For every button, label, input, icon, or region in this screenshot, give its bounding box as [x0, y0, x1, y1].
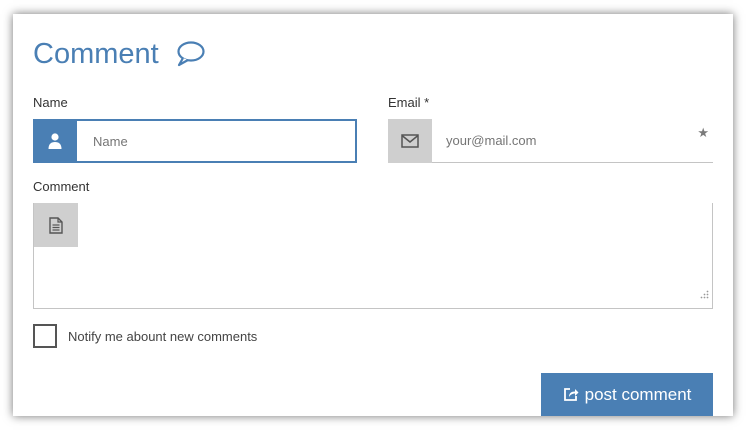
speech-bubble-icon: [175, 40, 205, 68]
comment-textarea[interactable]: [34, 247, 716, 311]
comment-label: Comment: [33, 179, 90, 194]
envelope-icon: [388, 119, 432, 163]
post-comment-label: post comment: [584, 384, 692, 404]
notify-label[interactable]: Notify me abount new comments: [68, 329, 257, 344]
comment-form-card: Comment Name Email * ★ Comment: [13, 14, 733, 416]
comment-field[interactable]: [33, 203, 716, 311]
notify-checkbox[interactable]: [33, 324, 57, 348]
post-comment-button[interactable]: post comment: [541, 373, 713, 416]
name-field[interactable]: [33, 119, 357, 163]
notify-option[interactable]: Notify me abount new comments: [33, 324, 257, 348]
email-input[interactable]: [432, 119, 682, 162]
name-input[interactable]: [79, 121, 353, 161]
resize-grip-icon[interactable]: [699, 287, 709, 305]
share-icon: [563, 387, 579, 402]
document-icon: [34, 203, 78, 247]
form-header: Comment: [33, 34, 205, 74]
user-icon: [33, 119, 77, 163]
name-label: Name: [33, 95, 68, 110]
form-title: Comment: [33, 37, 159, 70]
email-field[interactable]: ★: [388, 119, 713, 163]
email-label: Email *: [388, 95, 430, 110]
star-icon: ★: [697, 125, 709, 140]
